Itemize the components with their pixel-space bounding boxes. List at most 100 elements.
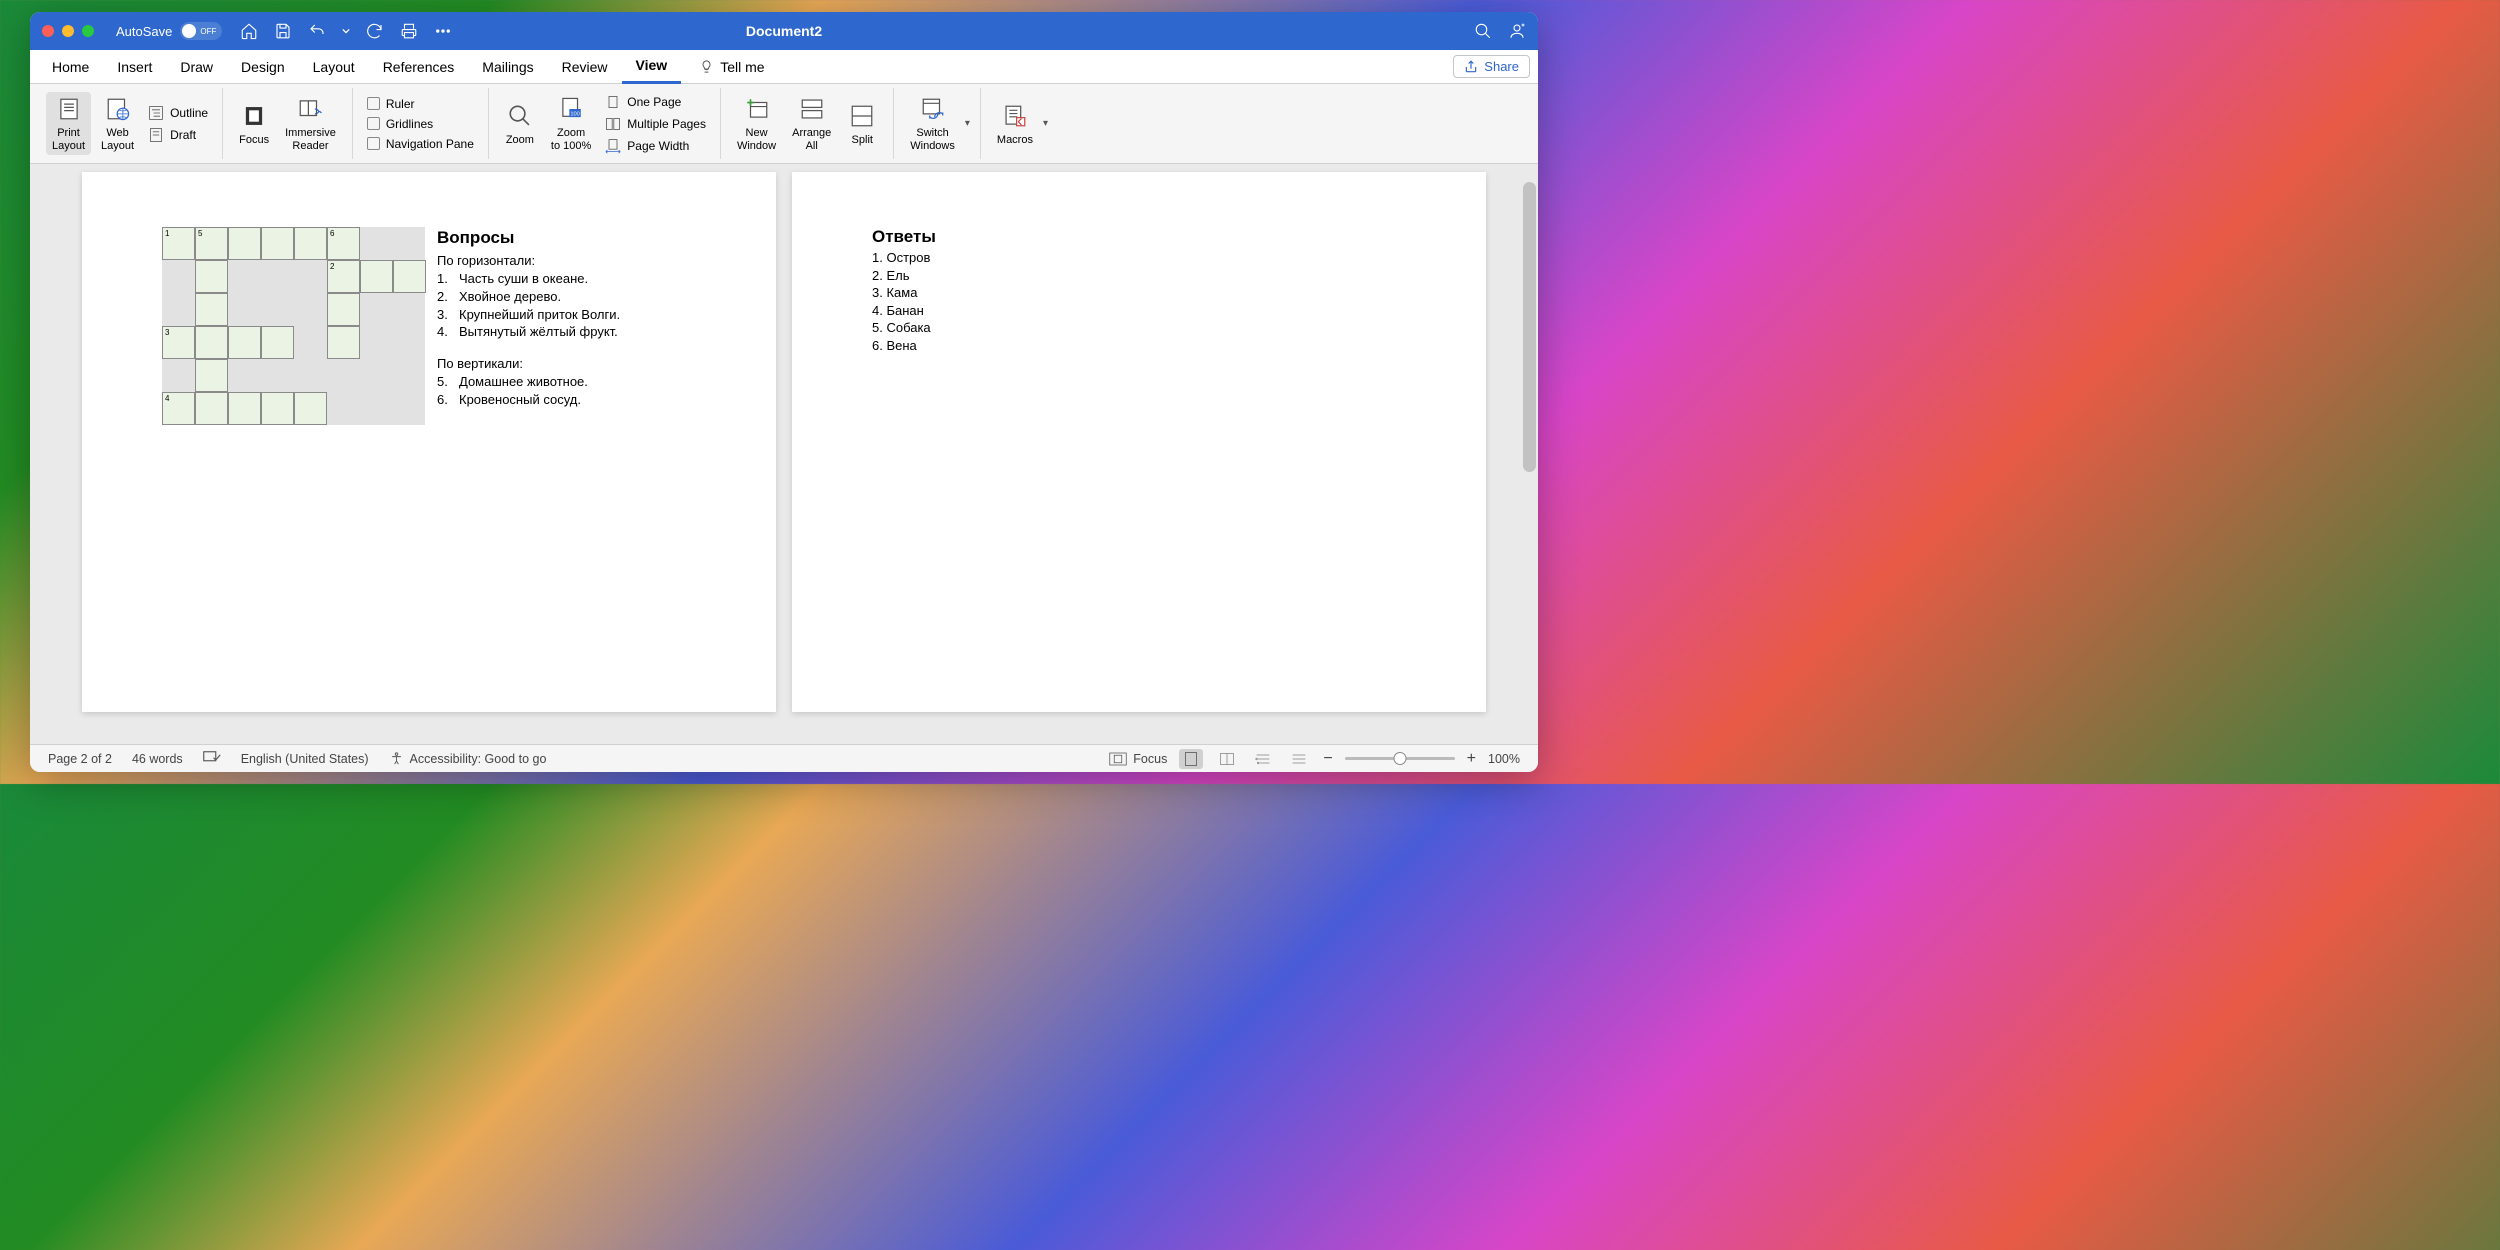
- redo-icon[interactable]: [366, 22, 384, 40]
- split-button[interactable]: Split: [841, 99, 883, 149]
- word-count[interactable]: 46 words: [132, 752, 183, 766]
- new-window-button[interactable]: New Window: [731, 92, 782, 155]
- vertical-scrollbar[interactable]: [1523, 182, 1536, 472]
- spellcheck-icon[interactable]: [203, 750, 221, 767]
- crossword-cell: [261, 227, 294, 260]
- clues: Вопросы По горизонтали: 1.Часть суши в о…: [437, 227, 620, 425]
- tab-home[interactable]: Home: [38, 50, 103, 84]
- chevron-down-icon[interactable]: ▾: [1043, 118, 1048, 129]
- zoom-out[interactable]: −: [1323, 750, 1332, 768]
- print-layout-icon: [54, 94, 84, 124]
- focus-icon: [239, 101, 269, 131]
- tab-design[interactable]: Design: [227, 50, 299, 84]
- crossword-cell: [195, 293, 228, 326]
- zoom-slider[interactable]: [1345, 757, 1455, 760]
- crossword-cell: [327, 293, 360, 326]
- focus-button[interactable]: Focus: [233, 99, 275, 149]
- undo-dropdown-icon[interactable]: [342, 22, 350, 40]
- zoom-100-label: Zoom to 100%: [551, 127, 591, 153]
- answer-item: 4. Банан: [872, 302, 1406, 320]
- crossword-cell: 3: [162, 326, 195, 359]
- crossword-cell: 5: [195, 227, 228, 260]
- ruler-label: Ruler: [386, 97, 415, 111]
- macros-button[interactable]: Macros: [991, 99, 1039, 149]
- tell-me[interactable]: Tell me: [685, 50, 778, 84]
- print-layout-button[interactable]: Print Layout: [46, 92, 91, 155]
- page-width-button[interactable]: Page Width: [601, 136, 710, 156]
- navpane-check[interactable]: Navigation Pane: [363, 135, 478, 153]
- outline-button[interactable]: Outline: [144, 103, 212, 123]
- answer-item: 1. Остров: [872, 249, 1406, 267]
- crossword-cell: [228, 326, 261, 359]
- focus-mode[interactable]: Focus: [1109, 752, 1167, 766]
- draft-button[interactable]: Draft: [144, 125, 212, 145]
- close-window[interactable]: [42, 25, 54, 37]
- titlebar-right: [1474, 22, 1526, 40]
- zoom-thumb[interactable]: [1393, 752, 1406, 765]
- tab-view[interactable]: View: [622, 50, 682, 84]
- immersive-reader-button[interactable]: Immersive Reader: [279, 92, 342, 155]
- save-icon[interactable]: [274, 22, 292, 40]
- clue-across: 1.Часть суши в океане.: [437, 270, 620, 288]
- multi-page-button[interactable]: Multiple Pages: [601, 114, 710, 134]
- home-icon[interactable]: [240, 22, 258, 40]
- read-mode-view[interactable]: [1215, 749, 1239, 769]
- print-icon[interactable]: [400, 22, 418, 40]
- crossword-cell: [294, 392, 327, 425]
- crossword-cell: 1: [162, 227, 195, 260]
- across-heading: По горизонтали:: [437, 252, 620, 270]
- zoom-100-button[interactable]: 100 Zoom to 100%: [545, 92, 597, 155]
- tab-insert[interactable]: Insert: [103, 50, 166, 84]
- print-layout-label: Print Layout: [52, 127, 85, 153]
- arrange-all-button[interactable]: Arrange All: [786, 92, 837, 155]
- immersive-group: Focus Immersive Reader: [223, 88, 353, 159]
- account-icon[interactable]: [1508, 22, 1526, 40]
- tab-draw[interactable]: Draw: [166, 50, 227, 84]
- tab-review[interactable]: Review: [548, 50, 622, 84]
- chevron-down-icon[interactable]: ▾: [965, 118, 970, 129]
- print-layout-view[interactable]: [1179, 749, 1203, 769]
- bulb-icon: [699, 59, 714, 74]
- macros-group: Macros ▾: [981, 88, 1058, 159]
- minimize-window[interactable]: [62, 25, 74, 37]
- page-indicator[interactable]: Page 2 of 2: [48, 752, 112, 766]
- ruler-check[interactable]: Ruler: [363, 95, 478, 113]
- outline-view[interactable]: [1287, 749, 1311, 769]
- more-icon[interactable]: [434, 22, 452, 40]
- switch-windows-button[interactable]: Switch Windows: [904, 92, 961, 155]
- search-icon[interactable]: [1474, 22, 1492, 40]
- zoom-level[interactable]: 100%: [1488, 752, 1520, 766]
- immersive-icon: [295, 94, 325, 124]
- share-label: Share: [1484, 59, 1519, 74]
- tell-me-label: Tell me: [720, 59, 764, 75]
- tab-layout[interactable]: Layout: [299, 50, 369, 84]
- web-layout-view[interactable]: [1251, 749, 1275, 769]
- share-button[interactable]: Share: [1453, 55, 1530, 78]
- fullscreen-window[interactable]: [82, 25, 94, 37]
- crossword-cell: [195, 392, 228, 425]
- document-canvas[interactable]: 156234 Вопросы По горизонтали: 1.Часть с…: [30, 164, 1538, 744]
- zoom-in[interactable]: +: [1467, 750, 1476, 768]
- web-layout-button[interactable]: Web Layout: [95, 92, 140, 155]
- tab-references[interactable]: References: [369, 50, 469, 84]
- tab-mailings[interactable]: Mailings: [468, 50, 547, 84]
- switch-group: Switch Windows ▾: [894, 88, 981, 159]
- checkbox-icon: [367, 137, 380, 150]
- new-window-label: New Window: [737, 127, 776, 153]
- one-page-button[interactable]: One Page: [601, 92, 710, 112]
- split-icon: [847, 101, 877, 131]
- undo-icon[interactable]: [308, 22, 326, 40]
- autosave-toggle[interactable]: OFF: [180, 22, 222, 40]
- clue-down: 6.Кровеносный сосуд.: [437, 391, 620, 409]
- clue-down: 5.Домашнее животное.: [437, 373, 620, 391]
- gridlines-check[interactable]: Gridlines: [363, 115, 478, 133]
- language-indicator[interactable]: English (United States): [241, 752, 369, 766]
- zoom-button[interactable]: Zoom: [499, 99, 541, 149]
- clue-across: 4.Вытянутый жёлтый фрукт.: [437, 323, 620, 341]
- ribbon-tabs: HomeInsertDrawDesignLayoutReferencesMail…: [30, 50, 1538, 84]
- draft-label: Draft: [170, 128, 196, 142]
- immersive-label: Immersive Reader: [285, 127, 336, 153]
- accessibility-status[interactable]: Accessibility: Good to go: [389, 751, 547, 766]
- macros-label: Macros: [997, 134, 1033, 147]
- outline-label: Outline: [170, 106, 208, 120]
